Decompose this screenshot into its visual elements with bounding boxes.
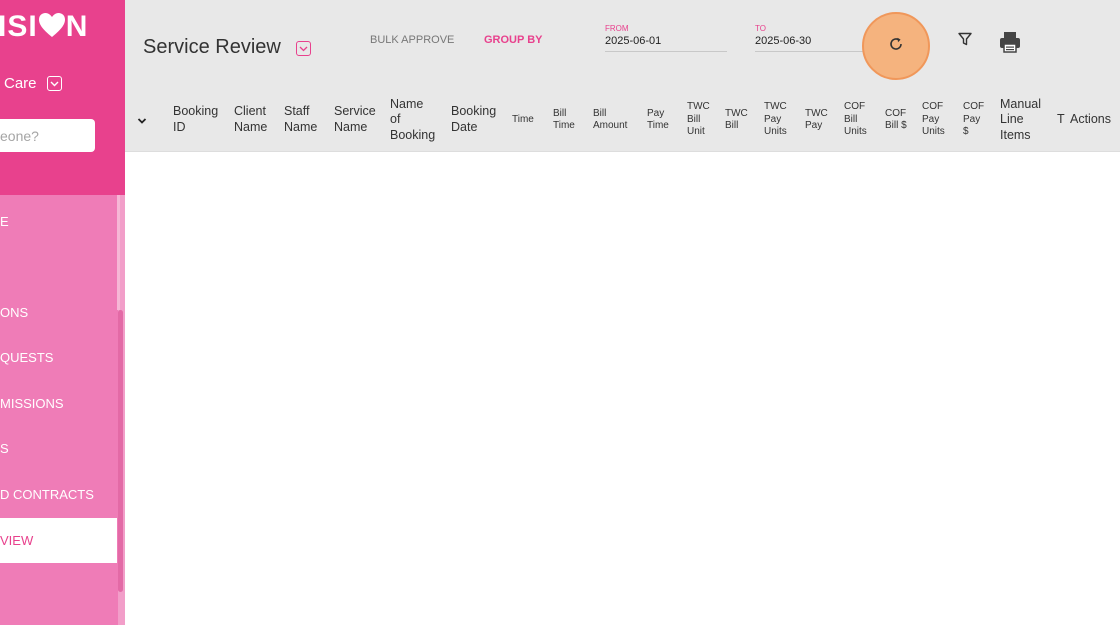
column-label: COF Bill Units: [844, 101, 867, 138]
sidebar-item-label: QUESTS: [0, 350, 54, 365]
to-date-input[interactable]: 2025-06-30: [755, 35, 877, 52]
chevron-down-icon[interactable]: [296, 41, 311, 56]
column-label: Staff Name: [284, 104, 318, 134]
sidebar-item-4[interactable]: MISSIONS: [0, 381, 117, 426]
column-label: Bill Amount: [593, 107, 628, 132]
sidebar-scrollbar-highlight: [117, 195, 120, 310]
column-header-time[interactable]: Time: [512, 88, 542, 152]
column-header-truncated[interactable]: T: [1057, 88, 1067, 152]
sidebar-item-1[interactable]: E: [0, 199, 117, 244]
column-header-bill-amount[interactable]: Bill Amount: [593, 88, 635, 152]
print-icon[interactable]: [998, 30, 1022, 59]
bulk-approve-button[interactable]: BULK APPROVE: [370, 34, 454, 46]
table-header: Booking ID Client Name Staff Name Servic…: [125, 88, 1120, 152]
column-header-service-name[interactable]: Service Name: [334, 88, 380, 152]
to-date-field[interactable]: TO 2025-06-30: [755, 24, 877, 52]
sidebar-scrollbar-thumb[interactable]: [118, 310, 123, 592]
from-date-label: FROM: [605, 24, 629, 33]
from-date-field[interactable]: FROM 2025-06-01: [605, 24, 727, 52]
column-header-bill-time[interactable]: Bill Time: [553, 88, 583, 152]
column-label: TWC Pay: [805, 107, 828, 132]
logo: ISI N: [0, 10, 88, 46]
column-label: Booking Date: [451, 104, 497, 134]
column-label: COF Pay $: [963, 101, 985, 138]
column-label: COF Bill $: [885, 107, 907, 132]
column-header-staff-name[interactable]: Staff Name: [284, 88, 326, 152]
sidebar-item-label: E: [0, 214, 9, 229]
logo-text-end: N: [65, 10, 89, 43]
sidebar-item-label: MISSIONS: [0, 396, 64, 411]
sidebar-item-3[interactable]: QUESTS: [0, 335, 117, 380]
column-label: T: [1057, 112, 1065, 127]
sidebar-item-2[interactable]: ONS: [0, 290, 117, 335]
column-header-client-name[interactable]: Client Name: [234, 88, 276, 152]
column-label: Actions: [1070, 112, 1111, 127]
sidebar-item-5[interactable]: S: [0, 426, 117, 471]
column-label: Manual Line Items: [1000, 96, 1041, 142]
column-header-cof-bill-units[interactable]: COF Bill Units: [844, 88, 872, 152]
column-header-twc-bill-unit[interactable]: TWC Bill Unit: [687, 88, 715, 152]
sidebar-item-service-review[interactable]: VIEW: [0, 518, 117, 563]
column-header-twc-bill[interactable]: TWC Bill: [725, 88, 753, 152]
column-label: Time: [512, 113, 534, 125]
column-header-twc-pay[interactable]: TWC Pay: [805, 88, 833, 152]
page-header: Service Review BULK APPROVE GROUP BY FRO…: [125, 0, 1120, 88]
column-header-cof-pay-units[interactable]: COF Pay Units: [922, 88, 950, 152]
sidebar-item-label: VIEW: [0, 533, 34, 548]
sidebar-header: ISI N Care: [0, 0, 125, 195]
column-label: Client Name: [234, 104, 268, 134]
column-header-name-of-booking[interactable]: Name of Booking: [390, 88, 436, 152]
chevron-down-icon[interactable]: [136, 114, 148, 126]
table-body: [125, 153, 1120, 625]
column-label: Bill Time: [553, 107, 575, 132]
column-label: TWC Pay Units: [764, 101, 787, 138]
column-header-manual-line-items[interactable]: Manual Line Items: [1000, 88, 1046, 152]
logo-text: ISI: [0, 10, 38, 43]
filter-icon[interactable]: [957, 31, 973, 52]
column-header-pay-time[interactable]: Pay Time: [647, 88, 677, 152]
org-name: Care: [4, 75, 37, 92]
refresh-button[interactable]: [862, 12, 930, 80]
from-date-input[interactable]: 2025-06-01: [605, 35, 727, 52]
group-by-button[interactable]: GROUP BY: [484, 34, 542, 46]
to-date-label: TO: [755, 24, 766, 33]
org-selector[interactable]: Care: [4, 75, 62, 92]
column-header-booking-date[interactable]: Booking Date: [451, 88, 503, 152]
sidebar: ISI N Care E ONS QUESTS MISSIONS S D CONT…: [0, 0, 125, 625]
column-label: Booking ID: [173, 104, 219, 134]
print-button[interactable]: [997, 31, 1023, 57]
sidebar-item-label: S: [0, 441, 9, 456]
column-header-twc-pay-units[interactable]: TWC Pay Units: [764, 88, 792, 152]
column-label: TWC Bill Unit: [687, 101, 710, 138]
column-label: TWC Bill: [725, 107, 748, 132]
column-header-actions[interactable]: Actions: [1070, 88, 1120, 152]
column-label: Service Name: [334, 104, 376, 134]
column-label: Name of Booking: [390, 96, 436, 142]
sidebar-item-6[interactable]: D CONTRACTS: [0, 472, 117, 517]
column-header-booking-id[interactable]: Booking ID: [173, 88, 228, 152]
filter-button[interactable]: [955, 31, 975, 51]
column-label: COF Pay Units: [922, 101, 945, 138]
column-header-cof-pay[interactable]: COF Pay $: [963, 88, 987, 152]
sidebar-item-label: D CONTRACTS: [0, 487, 94, 502]
chevron-down-icon[interactable]: [46, 76, 62, 91]
sidebar-item-label: ONS: [0, 305, 29, 320]
page-title: Service Review: [143, 36, 281, 58]
heart-icon: [38, 12, 66, 46]
column-header-cof-bill[interactable]: COF Bill $: [885, 88, 909, 152]
sidebar-search-input[interactable]: [0, 119, 95, 152]
refresh-icon[interactable]: [888, 36, 904, 57]
column-label: Pay Time: [647, 107, 669, 132]
